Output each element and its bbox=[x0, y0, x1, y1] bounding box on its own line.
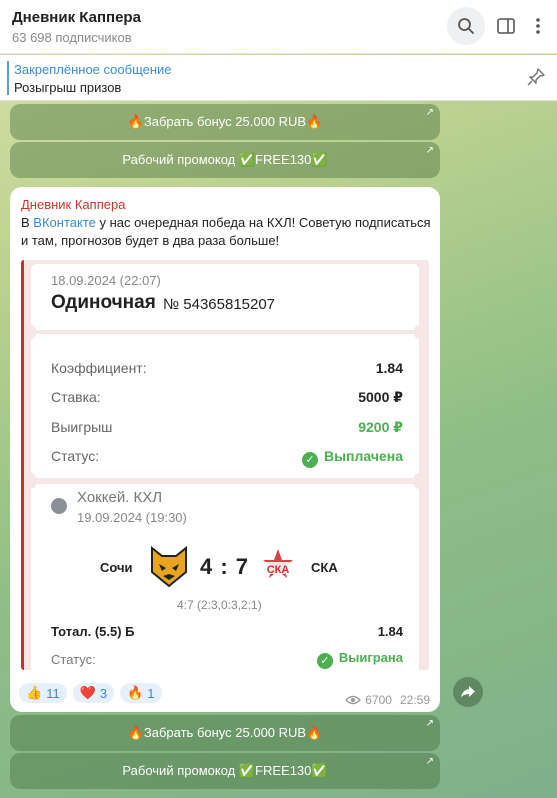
share-button[interactable] bbox=[453, 677, 483, 707]
sidebar-icon bbox=[497, 18, 515, 34]
promo-button-label: Рабочий промокод ✅FREE130✅ bbox=[122, 763, 328, 778]
search-button[interactable] bbox=[447, 7, 485, 45]
bet-type: Одиночная bbox=[51, 292, 156, 313]
status-text: Выплачена bbox=[323, 448, 403, 464]
views: 6700 bbox=[345, 693, 392, 707]
thumbs-up-icon: 👍 bbox=[26, 685, 43, 700]
period-scores: 4:7 (2:3,0:3,2:1) bbox=[177, 598, 262, 612]
pinned-title: Закреплённое сообщение bbox=[14, 62, 172, 77]
check-icon: ✓ bbox=[316, 653, 333, 669]
win-value: 9200 ₽ bbox=[358, 419, 403, 435]
sidebar-toggle-button[interactable] bbox=[487, 7, 525, 45]
more-vertical-icon bbox=[536, 18, 540, 34]
notch bbox=[414, 329, 424, 339]
pinned-indicator bbox=[7, 61, 9, 95]
ska-logo-icon: СКА bbox=[263, 549, 293, 578]
message-author[interactable]: Дневник Каппера bbox=[21, 197, 125, 212]
win-label: Выигрыш bbox=[51, 419, 113, 435]
pinned-text: Розыгрыш призов bbox=[14, 80, 122, 95]
market-label: Тотал. (5.5) Б bbox=[51, 624, 135, 639]
reaction-heart[interactable]: ❤️ 3 bbox=[72, 683, 115, 703]
eye-icon bbox=[345, 695, 362, 705]
reaction-thumbs-up[interactable]: 👍 11 bbox=[19, 683, 67, 703]
reaction-count: 3 bbox=[99, 685, 108, 701]
check-icon: ✓ bbox=[301, 452, 318, 468]
message-meta: 6700 22:59 bbox=[345, 693, 430, 707]
market-odds: 1.84 bbox=[377, 624, 403, 639]
status-value: ✓ Выплачена bbox=[301, 448, 403, 468]
channel-title[interactable]: Дневник Каппера bbox=[12, 9, 141, 26]
pin-icon bbox=[527, 68, 545, 86]
event-status-value: ✓ Выиграна bbox=[316, 650, 403, 669]
heart-icon: ❤️ bbox=[79, 685, 96, 700]
svg-text:СКА: СКА bbox=[267, 564, 290, 576]
vk-link[interactable]: ВКонтакте bbox=[33, 215, 96, 230]
external-link-icon: ↗ bbox=[425, 145, 434, 156]
coef-label: Коэффициент: bbox=[51, 360, 147, 376]
bet-summary-card: Коэффициент: 1.84 Ставка: 5000 ₽ Выигрыш… bbox=[26, 329, 424, 483]
coef-value: 1.84 bbox=[375, 360, 403, 376]
reaction-count: 11 bbox=[46, 685, 60, 701]
promo-button-top[interactable]: Рабочий промокод ✅FREE130✅ ↗ bbox=[10, 142, 440, 178]
external-link-icon: ↗ bbox=[425, 107, 434, 118]
fire-icon: 🔥 bbox=[127, 685, 144, 700]
notch bbox=[26, 479, 36, 489]
external-link-icon: ↗ bbox=[425, 718, 434, 729]
event-status-label: Статус: bbox=[51, 652, 96, 667]
team-away: СКА bbox=[311, 560, 338, 575]
subscriber-count: 63 698 подписчиков bbox=[12, 30, 132, 45]
sochi-logo-icon bbox=[151, 545, 187, 588]
bet-header-card: 18.09.2024 (22:07) Одиночная № 543658152… bbox=[26, 264, 424, 335]
bet-date: 18.09.2024 (22:07) bbox=[51, 273, 161, 288]
sport-league: Хоккей. КХЛ bbox=[77, 489, 163, 506]
status-label: Статус: bbox=[51, 448, 100, 464]
bonus-button-top[interactable]: 🔥Забрать бонус 25.000 RUB🔥 ↗ bbox=[10, 104, 440, 140]
stake-value: 5000 ₽ bbox=[358, 389, 403, 405]
notch bbox=[26, 329, 36, 339]
message-bubble: Дневник Каппера В ВКонтакте у нас очеред… bbox=[10, 187, 440, 712]
reaction-fire[interactable]: 🔥 1 bbox=[120, 683, 162, 703]
event-date: 19.09.2024 (19:30) bbox=[77, 510, 187, 525]
event-status-text: Выиграна bbox=[338, 650, 403, 665]
pinned-message-bar[interactable]: Закреплённое сообщение Розыгрыш призов bbox=[0, 55, 557, 101]
search-icon bbox=[458, 18, 474, 34]
channel-header: Дневник Каппера 63 698 подписчиков bbox=[0, 0, 557, 54]
promo-button-label: Рабочий промокод ✅FREE130✅ bbox=[122, 152, 328, 167]
view-count: 6700 bbox=[365, 693, 392, 707]
bonus-button-label: 🔥Забрать бонус 25.000 RUB🔥 bbox=[127, 114, 323, 129]
match-score: 4 : 7 bbox=[200, 554, 250, 579]
message-text: В ВКонтакте у нас очередная победа на КХ… bbox=[21, 214, 431, 250]
team-home: Сочи bbox=[100, 560, 133, 575]
unpin-button[interactable] bbox=[525, 66, 547, 93]
share-icon bbox=[461, 686, 475, 698]
text-part: В bbox=[21, 215, 34, 230]
bonus-button-bottom[interactable]: 🔥Забрать бонус 25.000 RUB🔥 ↗ bbox=[10, 715, 440, 751]
bet-number: № 54365815207 bbox=[163, 296, 276, 313]
event-card: Хоккей. КХЛ 19.09.2024 (19:30) Сочи 4 : … bbox=[26, 479, 424, 670]
reactions-bar: 👍 11 ❤️ 3 🔥 1 bbox=[19, 683, 162, 703]
reaction-count: 1 bbox=[147, 685, 155, 701]
more-button[interactable] bbox=[523, 7, 553, 45]
notch bbox=[414, 479, 424, 489]
message-time: 22:59 bbox=[399, 693, 430, 707]
promo-button-bottom[interactable]: Рабочий промокод ✅FREE130✅ ↗ bbox=[10, 753, 440, 789]
stake-label: Ставка: bbox=[51, 389, 101, 405]
external-link-icon: ↗ bbox=[425, 756, 434, 767]
bet-slip-image[interactable]: 18.09.2024 (22:07) Одиночная № 543658152… bbox=[21, 260, 429, 670]
hockey-puck-icon bbox=[51, 498, 67, 514]
bonus-button-label: 🔥Забрать бонус 25.000 RUB🔥 bbox=[127, 725, 323, 740]
